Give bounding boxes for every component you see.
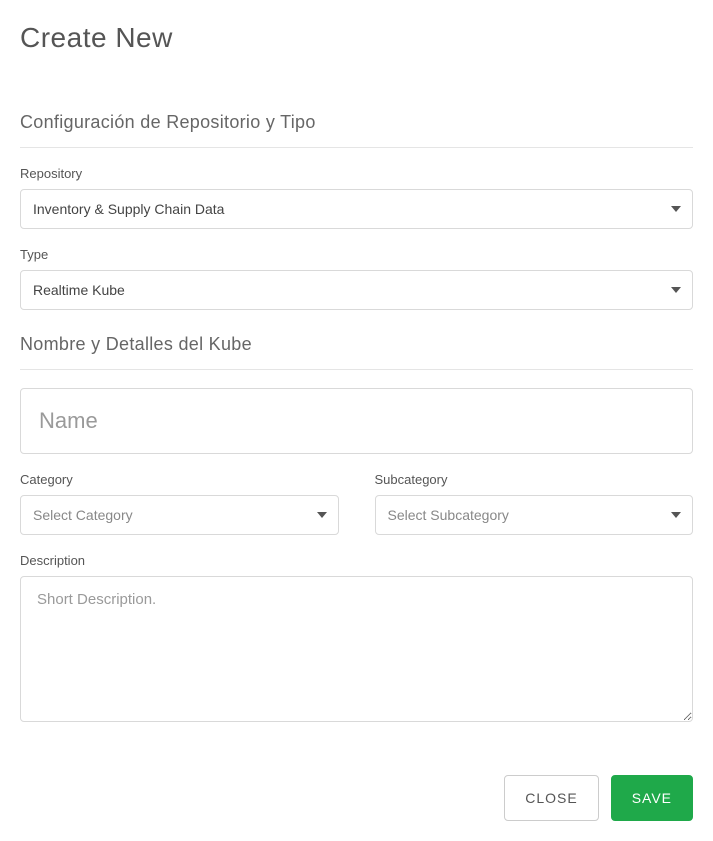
footer-actions: CLOSE SAVE xyxy=(20,775,693,821)
type-label: Type xyxy=(20,247,693,262)
name-input[interactable] xyxy=(20,388,693,454)
section-repo-type-heading: Configuración de Repositorio y Tipo xyxy=(20,112,693,133)
chevron-down-icon xyxy=(671,287,681,293)
category-select[interactable]: Select Category xyxy=(20,495,339,535)
page-title: Create New xyxy=(20,22,693,54)
repository-select[interactable]: Inventory & Supply Chain Data xyxy=(20,189,693,229)
subcategory-select-placeholder: Select Subcategory xyxy=(388,507,509,523)
divider xyxy=(20,369,693,370)
close-button[interactable]: CLOSE xyxy=(504,775,598,821)
save-button[interactable]: SAVE xyxy=(611,775,693,821)
category-select-placeholder: Select Category xyxy=(33,507,133,523)
divider xyxy=(20,147,693,148)
section-name-details-heading: Nombre y Detalles del Kube xyxy=(20,334,693,355)
subcategory-label: Subcategory xyxy=(375,472,694,487)
chevron-down-icon xyxy=(317,512,327,518)
description-textarea[interactable] xyxy=(20,576,693,722)
category-label: Category xyxy=(20,472,339,487)
type-select[interactable]: Realtime Kube xyxy=(20,270,693,310)
description-label: Description xyxy=(20,553,693,568)
subcategory-select[interactable]: Select Subcategory xyxy=(375,495,694,535)
repository-select-value: Inventory & Supply Chain Data xyxy=(33,201,224,217)
type-select-value: Realtime Kube xyxy=(33,282,125,298)
chevron-down-icon xyxy=(671,512,681,518)
chevron-down-icon xyxy=(671,206,681,212)
repository-label: Repository xyxy=(20,166,693,181)
